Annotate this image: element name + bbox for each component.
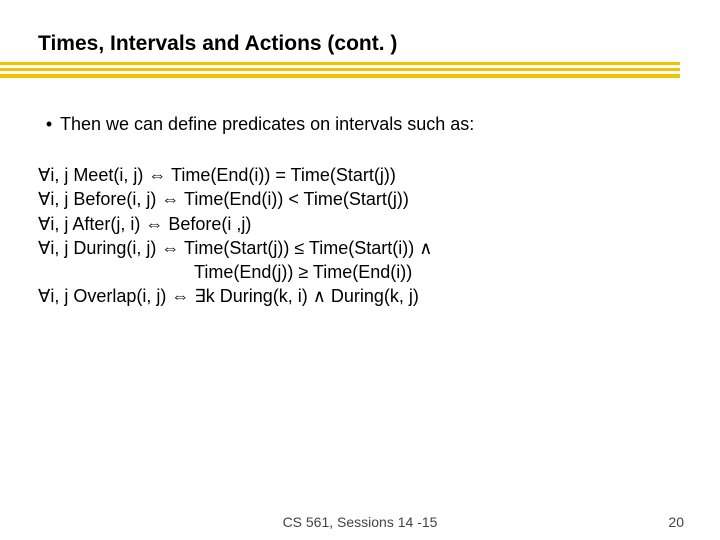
title-underline xyxy=(0,62,680,86)
predicate-line-continuation: Time(End(j)) ≥ Time(End(i)) xyxy=(38,260,680,284)
content-area: • Then we can define predicates on inter… xyxy=(38,114,680,309)
predicate-line: ∀i, j Meet(i, j) ⇔ Time(End(i)) = Time(S… xyxy=(38,163,680,187)
footer-page-number: 20 xyxy=(668,514,684,530)
predicate-list: ∀i, j Meet(i, j) ⇔ Time(End(i)) = Time(S… xyxy=(38,163,680,309)
predicate-line: ∀i, j Overlap(i, j) ⇔ ∃k During(k, i) ∧ … xyxy=(38,284,680,308)
bullet-item: • Then we can define predicates on inter… xyxy=(38,114,680,135)
predicate-line: ∀i, j During(i, j) ⇔ Time(Start(j)) ≤ Ti… xyxy=(38,236,680,260)
title-block: Times, Intervals and Actions (cont. ) xyxy=(38,32,397,56)
footer-course: CS 561, Sessions 14 -15 xyxy=(283,514,438,530)
page-title: Times, Intervals and Actions (cont. ) xyxy=(38,32,397,56)
slide: Times, Intervals and Actions (cont. ) • … xyxy=(0,0,720,540)
bullet-marker: • xyxy=(38,114,60,135)
bullet-text: Then we can define predicates on interva… xyxy=(60,114,474,135)
predicate-line: ∀i, j After(j, i) ⇔ Before(i ,j) xyxy=(38,212,680,236)
predicate-line: ∀i, j Before(i, j) ⇔ Time(End(i)) < Time… xyxy=(38,187,680,211)
